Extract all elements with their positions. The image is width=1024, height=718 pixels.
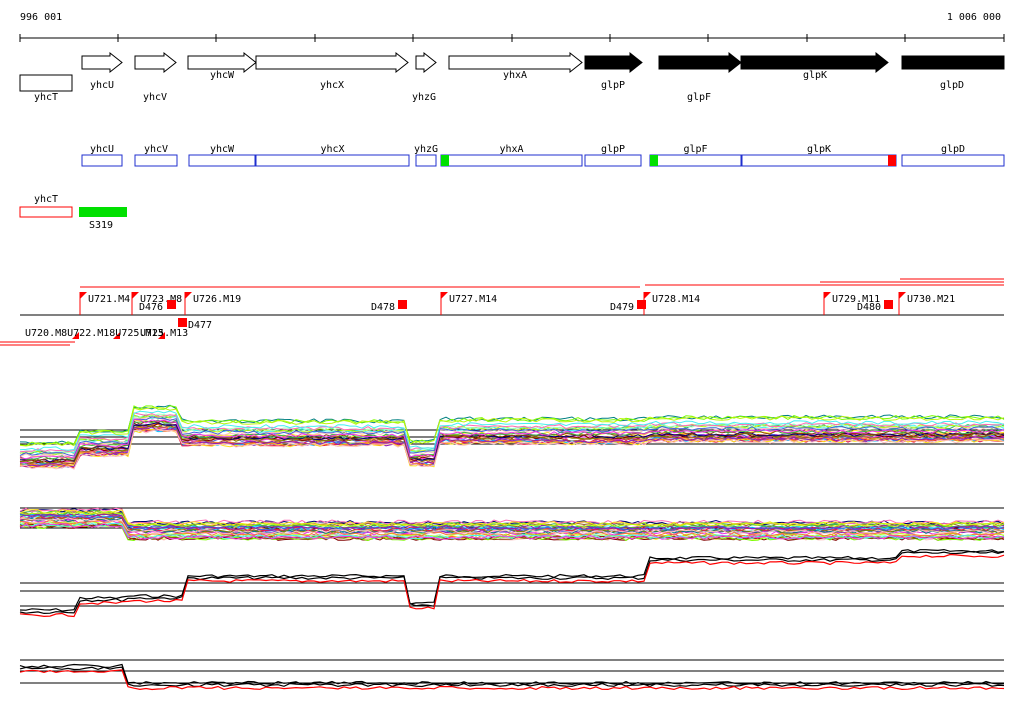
gene-arrow-yhcX [255, 51, 409, 74]
gene-label-glpK: glpK [803, 70, 827, 81]
gene-label-yhcT: yhcT [34, 92, 58, 103]
strand-minus-track [19, 663, 1005, 691]
gene-label-yhzG: yhzG [412, 92, 436, 103]
upshift-label-U727.M14: U727.M14 [449, 294, 497, 305]
feature-box-label-glpD: glpD [941, 144, 965, 155]
upshift-label-U726.M19: U726.M19 [193, 294, 241, 305]
expression-lower-track [19, 507, 1005, 542]
strand-line [19, 669, 1005, 691]
feature-box-yhcX [255, 154, 410, 167]
feature-box-label-glpP: glpP [601, 144, 625, 155]
upshift-flag [441, 292, 448, 299]
strand-line [19, 553, 1005, 618]
downshift-marker [178, 318, 187, 327]
feature-box-yhcU [81, 154, 123, 167]
upshift-label-U728.M14: U728.M14 [652, 294, 700, 305]
feature-box-glpK [741, 154, 897, 167]
feature-S319-green [79, 207, 127, 217]
gene-label-glpF: glpF [687, 92, 711, 103]
gene-arrow-glpP [584, 51, 643, 74]
upshift-flag [185, 292, 192, 299]
feature-box-yhzG [415, 154, 437, 167]
feature-label-S319: S319 [89, 220, 113, 231]
upshift-flag [899, 292, 906, 299]
gene-arrow-yhcU [81, 51, 123, 74]
upshift-label-U725.M13: U725.M13 [140, 328, 188, 339]
downshift-marker [884, 300, 893, 309]
downshift-label-D476: D476 [139, 302, 163, 313]
green-marker [650, 155, 658, 166]
axis-start-label: 996 001 [20, 12, 63, 23]
upshift-flag [132, 292, 139, 299]
feature-box-label-yhcW: yhcW [210, 144, 235, 155]
upshift-label-U730.M21: U730.M21 [907, 294, 955, 305]
feature-box-yhxA [440, 154, 583, 167]
feature-box-label-yhzG: yhzG [414, 144, 438, 155]
axis-end-label: 1 006 000 [946, 12, 1001, 23]
upshift-flag [80, 292, 87, 299]
strand-line [19, 666, 1005, 688]
feature-box-label-yhcU: yhcU [90, 144, 114, 155]
gene-arrow-yhcV [134, 51, 177, 74]
feature-box-label-yhxA: yhxA [499, 144, 523, 155]
green-marker [441, 155, 449, 166]
feature-label-yhcT: yhcT [34, 194, 58, 205]
gene-arrow-yhzG [415, 51, 437, 74]
upshift-label-U721.M4: U721.M4 [88, 294, 130, 305]
genome-browser-viewer: 996 001 1 006 000 yhcT yhcU yhcV yhcW yhcX yh… [0, 0, 1024, 714]
downshift-label-D480: D480 [857, 302, 881, 313]
gene-label-yhcU: yhcU [90, 80, 114, 91]
gene-arrow-glpF [658, 51, 742, 74]
gene-label-glpD: glpD [940, 80, 964, 91]
gene-label-glpP: glpP [601, 80, 625, 91]
gene-box-yhcT [19, 74, 73, 92]
feature-box-label-glpK: glpK [807, 144, 831, 155]
feature-box-label-yhcX: yhcX [320, 144, 344, 155]
feature-box-label-glpF: glpF [683, 144, 707, 155]
red-marker [888, 155, 896, 166]
feature-box-yhcW [188, 154, 256, 167]
gene-arrow-glpD [901, 55, 1005, 70]
downshift-label-D478: D478 [371, 302, 395, 313]
feature-box-glpD [901, 154, 1005, 167]
strand-line [19, 550, 1005, 615]
downshift-label-D479: D479 [610, 302, 634, 313]
feature-box-yhcV [134, 154, 178, 167]
feature-box-label-yhcV: yhcV [144, 144, 168, 155]
strand-line [19, 663, 1005, 686]
upshift-flag [824, 292, 831, 299]
feature-box-glpF [649, 154, 742, 167]
downshift-marker [398, 300, 407, 309]
gene-label-yhcV: yhcV [143, 92, 167, 103]
gene-label-yhcW: yhcW [210, 70, 235, 81]
gene-label-yhxA: yhxA [503, 70, 527, 81]
downshift-marker [637, 300, 646, 309]
upshift-flag [644, 292, 651, 299]
gene-label-yhcX: yhcX [320, 80, 344, 91]
feature-yhcT-red [19, 206, 73, 218]
downshift-marker [167, 300, 176, 309]
downshift-label-D477: D477 [188, 320, 212, 331]
genome-tracks-svg: yhcT yhcU yhcV yhcW yhcX yhzG yhxA glpP glpF glpK… [0, 34, 1005, 691]
feature-box-glpP [584, 154, 642, 167]
